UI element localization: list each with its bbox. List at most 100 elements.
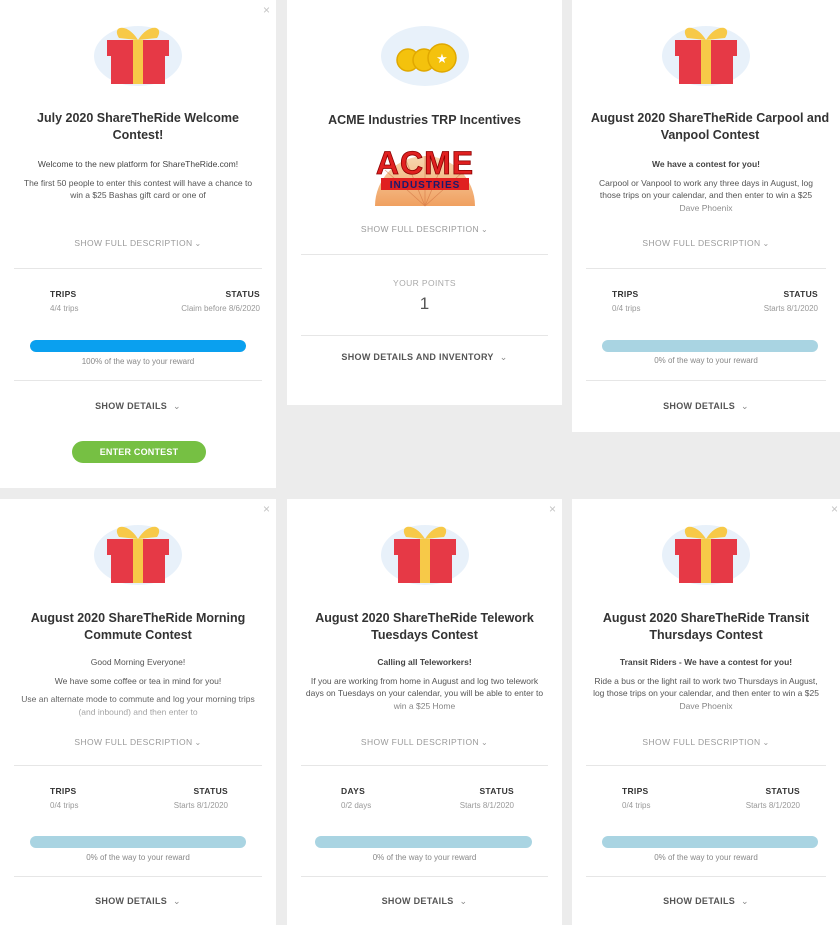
show-details-label: SHOW DETAILS AND INVENTORY — [341, 352, 494, 362]
show-full-description-link[interactable]: SHOW FULL DESCRIPTION ⌄ — [0, 737, 276, 747]
chevron-down-icon: ⌄ — [194, 738, 202, 747]
divider — [301, 335, 548, 336]
gift-icon — [0, 509, 276, 589]
chevron-down-icon: ⌄ — [459, 896, 468, 906]
description-paragraph: We have a contest for you! — [651, 159, 760, 169]
trips-value: 0/4 trips — [50, 801, 79, 810]
divider — [301, 254, 548, 255]
chevron-down-icon: ⌄ — [194, 239, 202, 248]
show-full-description-label: SHOW FULL DESCRIPTION — [74, 238, 193, 248]
contest-card-telework-tuesdays: × August 2020 ShareTheRide Telework Tues… — [287, 499, 562, 925]
gift-icon — [0, 10, 276, 90]
status-label: STATUS — [765, 786, 800, 796]
trips-value: 0/4 trips — [622, 801, 651, 810]
chevron-down-icon: ⌄ — [762, 239, 770, 248]
contest-stats: DAYS 0/2 days STATUS Starts 8/1/2020 — [341, 786, 514, 816]
progress-bar-fill — [30, 340, 246, 352]
show-details-button[interactable]: SHOW DETAILS ⌄ — [0, 401, 276, 412]
trips-label: TRIPS — [50, 289, 77, 299]
gift-icon — [572, 509, 840, 589]
svg-text:★: ★ — [436, 52, 448, 67]
gift-icon — [287, 509, 562, 589]
status-label: STATUS — [225, 289, 260, 299]
contest-description: Calling all Teleworkers! If you are work… — [305, 656, 544, 726]
chevron-down-icon: ⌄ — [481, 738, 489, 747]
show-full-description-label: SHOW FULL DESCRIPTION — [360, 224, 479, 234]
contest-stats: TRIPS 0/4 trips STATUS Starts 8/1/2020 — [622, 786, 800, 816]
show-full-description-link[interactable]: SHOW FULL DESCRIPTION ⌄ — [572, 238, 840, 248]
show-details-label: SHOW DETAILS — [663, 401, 736, 411]
trips-stat: TRIPS 0/4 trips — [612, 289, 640, 313]
incentive-title: ACME Industries TRP Incentives — [328, 113, 521, 127]
show-full-description-link[interactable]: SHOW FULL DESCRIPTION ⌄ — [287, 737, 562, 747]
show-details-and-inventory-button[interactable]: SHOW DETAILS AND INVENTORY ⌄ — [287, 352, 562, 363]
chevron-down-icon: ⌄ — [741, 401, 749, 411]
divider — [301, 765, 548, 766]
chevron-down-icon: ⌄ — [741, 896, 749, 906]
divider — [14, 876, 262, 877]
acme-industries-logo: ACME INDUSTRIES — [355, 140, 495, 210]
contest-stats: TRIPS 4/4 trips STATUS Claim before 8/6/… — [50, 289, 260, 319]
description-paragraph: Carpool or Vanpool to work any three day… — [599, 177, 813, 213]
acme-logo-subtext: INDUSTRIES — [390, 180, 461, 191]
gift-icon — [572, 10, 840, 90]
description-paragraph: Use an alternate mode to commute and log… — [21, 694, 255, 717]
show-full-description-link[interactable]: SHOW FULL DESCRIPTION ⌄ — [572, 737, 840, 747]
contest-stats: TRIPS 0/4 trips STATUS Starts 8/1/2020 — [612, 289, 818, 319]
divider — [586, 380, 826, 381]
status-stat: STATUS Starts 8/1/2020 — [174, 786, 228, 810]
show-details-label: SHOW DETAILS — [95, 896, 168, 906]
chevron-down-icon: ⌄ — [499, 352, 508, 362]
divider — [301, 876, 548, 877]
progress-caption: 100% of the way to your reward — [81, 357, 195, 366]
divider — [14, 765, 262, 766]
contest-card-carpool-vanpool: August 2020 ShareTheRide Carpool and Van… — [572, 0, 840, 432]
coins-icon: ★ — [287, 10, 562, 90]
show-details-button[interactable]: SHOW DETAILS ⌄ — [0, 896, 276, 907]
contest-description: Welcome to the new platform for ShareThe… — [18, 158, 258, 226]
points-label: YOUR POINTS — [393, 278, 456, 288]
progress-bar — [602, 340, 818, 352]
trips-label: TRIPS — [50, 786, 77, 796]
trips-value: 4/4 trips — [50, 304, 79, 313]
divider — [586, 268, 826, 269]
show-full-description-link[interactable]: SHOW FULL DESCRIPTION ⌄ — [0, 238, 276, 248]
progress-bar — [315, 836, 532, 848]
chevron-down-icon: ⌄ — [173, 401, 181, 411]
show-details-button[interactable]: SHOW DETAILS ⌄ — [572, 896, 840, 907]
acme-logo-text: ACME — [376, 145, 474, 181]
trips-label: TRIPS — [622, 786, 649, 796]
show-details-button[interactable]: SHOW DETAILS ⌄ — [572, 401, 840, 412]
trips-stat: TRIPS 0/4 trips — [50, 786, 78, 810]
status-value: Starts 8/1/2020 — [459, 801, 514, 810]
chevron-down-icon: ⌄ — [481, 225, 489, 234]
status-stat: STATUS Claim before 8/6/2020 — [181, 289, 260, 313]
progress-bar — [30, 836, 246, 848]
show-details-label: SHOW DETAILS — [381, 896, 454, 906]
show-details-label: SHOW DETAILS — [95, 401, 168, 411]
contest-card-july-welcome: × July 2020 ShareTheRide Welcome Contest… — [0, 0, 276, 488]
show-full-description-label: SHOW FULL DESCRIPTION — [642, 238, 761, 248]
status-stat: STATUS Starts 8/1/2020 — [460, 786, 514, 810]
status-label: STATUS — [193, 786, 228, 796]
trips-stat: TRIPS 0/4 trips — [622, 786, 650, 810]
status-label: STATUS — [479, 786, 514, 796]
chevron-down-icon: ⌄ — [173, 896, 181, 906]
contest-card-transit-thursdays: × August 2020 ShareTheRide Transit Thurs… — [572, 499, 840, 925]
show-full-description-link[interactable]: SHOW FULL DESCRIPTION ⌄ — [287, 224, 562, 234]
divider — [586, 765, 826, 766]
progress-caption: 0% of the way to your reward — [654, 853, 758, 862]
show-details-button[interactable]: SHOW DETAILS ⌄ — [287, 896, 562, 907]
status-value: Starts 8/1/2020 — [745, 801, 800, 810]
points-value: 1 — [419, 294, 430, 313]
contest-title: August 2020 ShareTheRide Carpool and Van… — [590, 111, 830, 142]
contest-title: August 2020 ShareTheRide Transit Thursda… — [602, 611, 810, 642]
trips-stat: TRIPS 4/4 trips — [50, 289, 78, 313]
days-label: DAYS — [341, 786, 366, 796]
description-paragraph: Welcome to the new platform for ShareThe… — [37, 159, 239, 169]
status-value: Starts 8/1/2020 — [173, 801, 228, 810]
description-paragraph: The first 50 people to enter this contes… — [23, 177, 253, 201]
show-full-description-label: SHOW FULL DESCRIPTION — [360, 737, 479, 747]
show-full-description-label: SHOW FULL DESCRIPTION — [642, 737, 761, 747]
enter-contest-button[interactable]: ENTER CONTEST — [72, 441, 206, 463]
